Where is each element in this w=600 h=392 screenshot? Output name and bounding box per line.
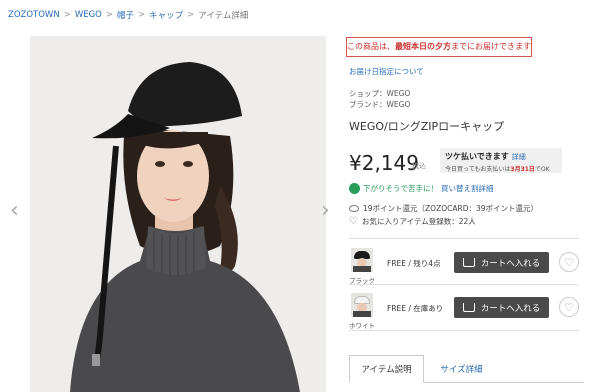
info-tabs: アイテム説明 サイズ詳細: [349, 355, 499, 383]
tsuke-detail-link[interactable]: 詳細: [512, 153, 526, 161]
tab-item-description[interactable]: アイテム説明: [349, 355, 424, 383]
breadcrumb: ZOZOTOWN > WEGO > 帽子 > キャップ > アイテム詳細: [8, 9, 248, 21]
chevron-right-icon[interactable]: ›: [321, 200, 330, 222]
points-row: 19ポイント還元（ZOZOCARD：39ポイント還元）: [349, 203, 538, 214]
variant-thumbnail[interactable]: [351, 248, 373, 272]
divider: [349, 284, 579, 285]
tsuke-title: ツケ払いできます: [445, 152, 509, 161]
cart-label: カートへ入れる: [480, 258, 541, 269]
divider: [349, 330, 579, 331]
notice-suffix: までにお届けできます: [451, 42, 531, 51]
cart-icon: [462, 258, 475, 267]
delivery-date-link[interactable]: お届け日指定について: [349, 66, 424, 77]
tab-underline: [424, 382, 584, 383]
divider: [349, 238, 579, 239]
notice-highlight: 最短本日の夕方: [395, 42, 451, 51]
variant-row-white: ホワイト FREE / 在庫あり カートへ入れる ♡: [349, 293, 579, 339]
heart-icon: ♡: [564, 300, 574, 314]
price-drop-row: 下がりそうで苦手に！ 買い替え割詳細: [349, 183, 494, 194]
product-name: WEGO/ロングZIPローキャップ: [349, 120, 505, 133]
variant-thumbnail[interactable]: [351, 293, 373, 317]
shop-label: ショップ：WEGO: [349, 89, 411, 98]
brand-label: ブランド：WEGO: [349, 100, 411, 109]
tab-size-details[interactable]: サイズ詳細: [424, 355, 499, 383]
price-drop-text: 下がりそうで苦手に！: [363, 184, 438, 193]
chevron-left-icon[interactable]: ‹: [10, 200, 19, 222]
delivery-notice: この商品は、最短本日の夕方までにお届けできます: [346, 37, 532, 57]
product-image[interactable]: [30, 36, 326, 392]
coin-icon: [349, 205, 359, 212]
tsuke-sub-suffix: でOK: [534, 166, 550, 173]
favorites-text: お気に入りアイテム登録数：22人: [361, 217, 476, 226]
favorite-button[interactable]: ♡: [559, 297, 579, 317]
variant-row-black: ブラック FREE / 残り4点 カートへ入れる ♡: [349, 248, 579, 294]
points-text: 19ポイント還元（ZOZOCARD：39ポイント還元）: [363, 204, 539, 213]
breadcrumb-separator: >: [187, 10, 195, 20]
add-to-cart-button[interactable]: カートへ入れる: [454, 297, 549, 318]
price-drop-icon: [349, 183, 360, 194]
notice-prefix: この商品は、: [347, 42, 395, 51]
heart-icon: ♡: [564, 255, 574, 269]
breadcrumb-cap[interactable]: キャップ: [149, 9, 183, 21]
breadcrumb-hat[interactable]: 帽子: [117, 9, 134, 21]
price-drop-link[interactable]: 買い替え割詳細: [441, 183, 494, 194]
variant-stock: FREE / 残り4点: [387, 259, 441, 268]
variant-stock: FREE / 在庫あり: [387, 304, 444, 313]
tsuke-pay-box: ツケ払いできます 詳細 今日買ってもお支払いは3月31日でOK: [440, 148, 562, 173]
tsuke-sub-prefix: 今日買ってもお支払いは: [445, 166, 511, 173]
breadcrumb-separator: >: [63, 10, 71, 20]
breadcrumb-separator: >: [105, 10, 113, 20]
tsuke-date: 3月31日: [510, 166, 535, 173]
heart-icon: ♡: [349, 215, 358, 227]
cart-icon: [462, 303, 475, 312]
favorite-button[interactable]: ♡: [559, 252, 579, 272]
tax-label: 税込: [412, 162, 426, 170]
breadcrumb-separator: >: [138, 10, 146, 20]
breadcrumb-current: アイテム詳細: [198, 11, 249, 21]
add-to-cart-button[interactable]: カートへ入れる: [454, 252, 549, 273]
cart-label: カートへ入れる: [480, 303, 541, 314]
breadcrumb-zozotown[interactable]: ZOZOTOWN: [8, 10, 60, 20]
model-photo: [30, 36, 326, 392]
price: ¥2,149: [349, 151, 419, 175]
favorites-row: ♡ お気に入りアイテム登録数：22人: [349, 216, 476, 227]
breadcrumb-wego[interactable]: WEGO: [75, 10, 102, 20]
variant-color: ホワイト: [349, 322, 375, 330]
